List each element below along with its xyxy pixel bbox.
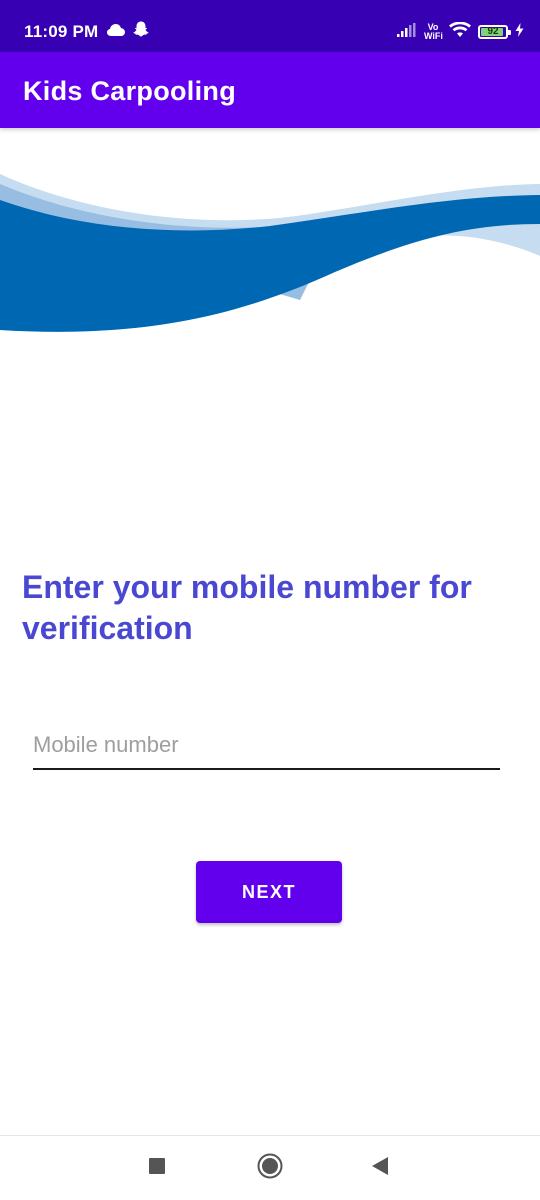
back-button[interactable]: [350, 1136, 410, 1200]
charging-icon: [515, 22, 524, 42]
status-time: 11:09 PM: [24, 22, 99, 41]
home-button[interactable]: [240, 1136, 300, 1200]
vowifi-bottom-label: WiFi: [424, 31, 443, 41]
app-title: Kids Carpooling: [23, 76, 236, 106]
battery-nub: [508, 30, 511, 35]
home-icon: [257, 1153, 283, 1184]
snapchat-icon: [133, 21, 149, 43]
signal-icon: [397, 22, 417, 42]
app-bar: Kids Carpooling: [0, 52, 540, 128]
wave-banner: [0, 174, 540, 332]
recents-button[interactable]: [127, 1136, 187, 1200]
next-button[interactable]: NEXT: [196, 861, 342, 923]
navigation-bar: [0, 1135, 540, 1200]
cloud-icon: [107, 23, 125, 41]
verification-heading: Enter your mobile number for verificatio…: [22, 569, 472, 646]
status-bar: 11:09 PM Vo WiFi 92: [0, 0, 540, 52]
status-system-icons: Vo WiFi 92: [397, 20, 524, 44]
battery-level: 92: [487, 26, 499, 37]
mobile-number-input[interactable]: [33, 722, 500, 770]
phone-screen: 11:09 PM Vo WiFi 92 Kids Carpooling Ente…: [0, 0, 540, 1200]
recents-icon: [149, 1158, 165, 1179]
wifi-icon: [449, 21, 471, 43]
status-notification-icons: [107, 21, 149, 43]
battery-icon: 92: [478, 25, 511, 39]
back-icon: [372, 1157, 388, 1180]
vowifi-icon: Vo WiFi: [424, 23, 443, 41]
